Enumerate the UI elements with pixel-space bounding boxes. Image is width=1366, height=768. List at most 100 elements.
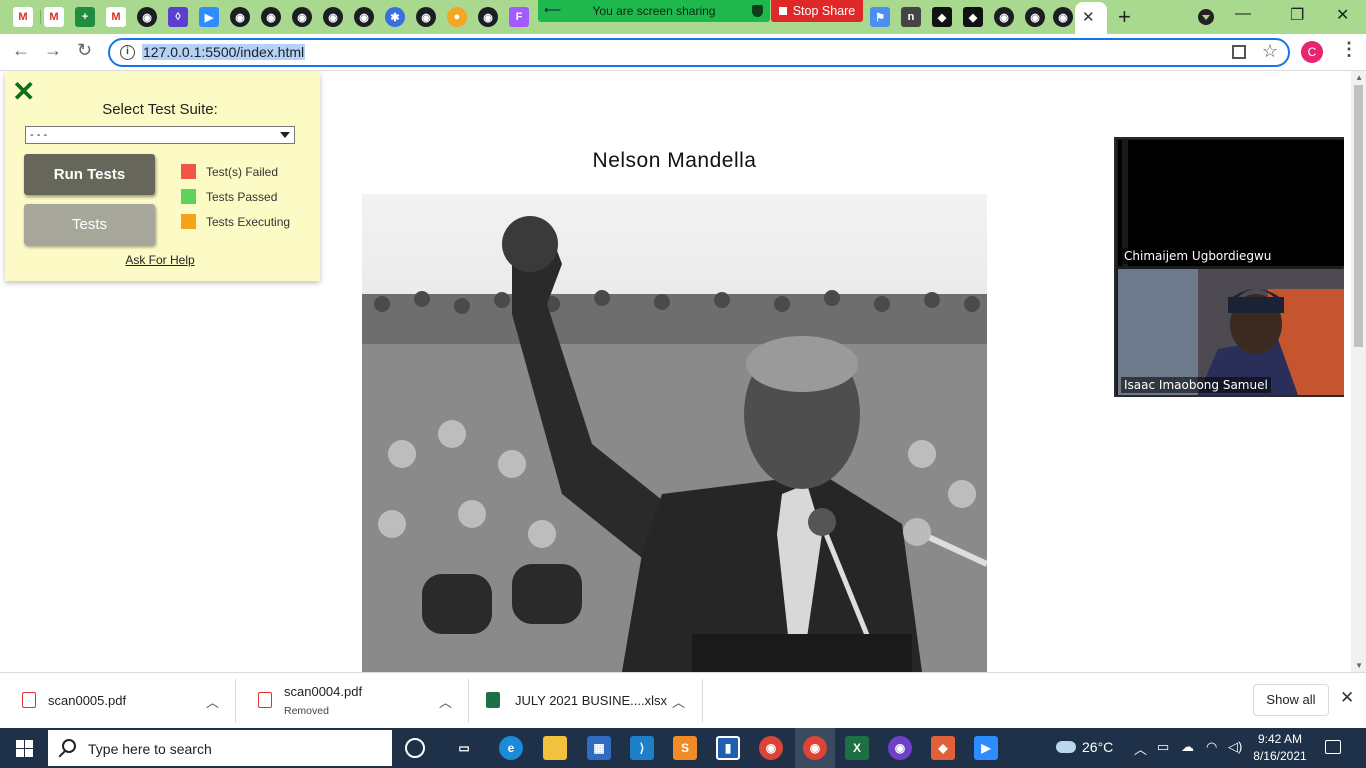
download-item[interactable]: scan0004.pdf Removed ︿: [236, 679, 469, 723]
excel-icon[interactable]: X: [845, 736, 869, 760]
address-bar[interactable]: i 127.0.0.1:5500/index.html ☆: [108, 38, 1290, 67]
settings-tab-icon[interactable]: ✱: [385, 7, 405, 27]
test-suite-select[interactable]: - - -: [25, 126, 295, 144]
github-tab-icon[interactable]: ◉: [1025, 7, 1045, 27]
task-view-icon[interactable]: ▭: [452, 736, 476, 760]
tab-divider: [40, 10, 41, 24]
shield-icon[interactable]: [752, 5, 763, 17]
git-icon[interactable]: ◆: [931, 736, 955, 760]
github-tab-icon[interactable]: ◉: [416, 7, 436, 27]
profile-avatar[interactable]: C: [1301, 41, 1323, 63]
screen-sharing-message: You are screen sharing: [592, 4, 716, 18]
url-text[interactable]: 127.0.0.1:5500/index.html: [142, 44, 306, 60]
scroll-down-arrow-icon[interactable]: ▼: [1355, 661, 1363, 670]
sheets-tab-icon[interactable]: +: [75, 7, 95, 27]
cortana-icon[interactable]: [405, 738, 425, 758]
github-tab-icon[interactable]: ◉: [323, 7, 343, 27]
window-close-icon[interactable]: ✕: [1336, 5, 1349, 25]
flag-tab-icon[interactable]: ⚑: [870, 7, 890, 27]
github-desktop-icon[interactable]: ◉: [888, 736, 912, 760]
stop-share-button[interactable]: Stop Share: [771, 0, 863, 22]
minimize-icon[interactable]: —: [1235, 5, 1251, 23]
participant-video-tile[interactable]: Isaac Imaobong Samuel: [1118, 269, 1344, 395]
run-tests-button[interactable]: Run Tests: [24, 154, 155, 195]
app-tab-icon[interactable]: n: [901, 7, 921, 27]
new-tab-button[interactable]: +: [1118, 4, 1131, 30]
restore-icon[interactable]: ❐: [1290, 5, 1304, 25]
chrome-icon[interactable]: ◉: [759, 736, 783, 760]
bookmark-star-icon[interactable]: ☆: [1262, 41, 1278, 62]
file-explorer-icon[interactable]: [543, 736, 567, 760]
gmail-tab-icon[interactable]: M: [106, 7, 126, 27]
battery-icon[interactable]: ▭: [1157, 739, 1169, 755]
test-suite-select-value: - - -: [30, 129, 48, 141]
weather-widget[interactable]: 26°C: [1056, 739, 1113, 755]
tab-strip: M M + M ◉ ◊ ▶ ◉ ◉ ◉ ◉ ◉ ✱ ◉ ● ◉ F ⚑ n ◆ …: [0, 0, 1366, 34]
zoom-tab-icon[interactable]: ▶: [199, 7, 219, 27]
menu-dots-icon[interactable]: ⋮: [1340, 39, 1358, 60]
chevron-up-icon[interactable]: ︿: [672, 692, 685, 711]
app-icon[interactable]: ▮: [716, 736, 740, 760]
app-tab-icon[interactable]: ◆: [963, 7, 983, 27]
volume-icon[interactable]: ◁): [1228, 739, 1242, 755]
download-item[interactable]: JULY 2021 BUSINE....xlsx ︿: [469, 679, 703, 723]
app-tab-icon[interactable]: ◆: [932, 7, 952, 27]
qr-code-icon[interactable]: [1232, 45, 1246, 59]
site-info-icon[interactable]: i: [120, 45, 135, 60]
github-tab-icon[interactable]: ◉: [1053, 7, 1073, 27]
gmail-tab-icon[interactable]: M: [44, 7, 64, 27]
pdf-file-icon: [258, 692, 272, 708]
chevron-up-icon[interactable]: ︿: [206, 692, 219, 711]
system-clock[interactable]: 9:42 AM 8/16/2021: [1252, 731, 1308, 765]
store-icon[interactable]: ▦: [587, 736, 611, 760]
github-tab-icon[interactable]: ◉: [994, 7, 1014, 27]
app-tab-icon[interactable]: ●: [447, 7, 467, 27]
github-tab-icon[interactable]: ◉: [354, 7, 374, 27]
scroll-up-arrow-icon[interactable]: ▲: [1355, 73, 1363, 82]
chrome-profile-icon[interactable]: ◉: [803, 736, 827, 760]
figma-tab-icon[interactable]: F: [509, 7, 529, 27]
reload-icon[interactable]: ↻: [77, 40, 92, 61]
download-item[interactable]: scan0005.pdf ︿: [0, 679, 236, 723]
chevron-down-icon: [280, 132, 290, 138]
scroll-thumb[interactable]: [1354, 85, 1363, 347]
back-arrow-icon[interactable]: ←: [12, 40, 30, 61]
onedrive-icon[interactable]: ☁: [1181, 739, 1194, 755]
tab-close-icon[interactable]: ✕: [1082, 8, 1095, 26]
github-tab-icon[interactable]: ◉: [230, 7, 250, 27]
github-tab-icon[interactable]: ◉: [137, 7, 157, 27]
sublime-icon[interactable]: S: [673, 736, 697, 760]
excel-file-icon: [486, 692, 500, 708]
taskbar-search-box[interactable]: Type here to search: [48, 730, 392, 766]
app-tab-icon[interactable]: ◊: [168, 7, 188, 27]
stop-icon: [778, 7, 787, 15]
vscode-icon[interactable]: ⟩: [630, 736, 654, 760]
wifi-icon[interactable]: ◠: [1206, 739, 1217, 755]
legend-label: Tests Passed: [206, 189, 278, 204]
gmail-tab-icon[interactable]: M: [13, 7, 33, 27]
windows-start-icon[interactable]: [16, 740, 33, 757]
zoom-icon[interactable]: ▶: [974, 736, 998, 760]
github-tab-icon[interactable]: ◉: [478, 7, 498, 27]
edge-icon[interactable]: e: [499, 736, 523, 760]
legend-label: Tests Executing: [206, 214, 291, 229]
notification-icon[interactable]: [1325, 740, 1341, 754]
page-title: Nelson Mandella: [592, 149, 757, 172]
show-all-button[interactable]: Show all: [1253, 684, 1329, 716]
clock-date: 8/16/2021: [1253, 749, 1307, 763]
browser-toolbar: ← → ↻ i 127.0.0.1:5500/index.html ☆ C ⋮: [0, 34, 1366, 71]
tests-button[interactable]: Tests: [24, 204, 155, 245]
tab-search-icon[interactable]: [1198, 9, 1214, 25]
clock-time: 9:42 AM: [1257, 732, 1303, 746]
github-tab-icon[interactable]: ◉: [292, 7, 312, 27]
chevron-up-icon[interactable]: ︿: [439, 692, 452, 711]
download-filename: scan0005.pdf: [48, 693, 127, 708]
page-scrollbar[interactable]: ▲ ▼: [1351, 71, 1366, 672]
windows-taskbar: Type here to search ▭ e ▦ ⟩ S ▮ ◉ ◉ X ◉ …: [0, 728, 1366, 768]
ask-for-help-link[interactable]: Ask For Help: [5, 253, 315, 267]
chevron-up-icon[interactable]: ︿: [1134, 739, 1147, 758]
forward-arrow-icon[interactable]: →: [44, 40, 62, 61]
close-downloads-icon[interactable]: ✕: [1340, 688, 1354, 708]
github-tab-icon[interactable]: ◉: [261, 7, 281, 27]
participant-video-tile[interactable]: Chimaijem Ugbordiegwu: [1118, 140, 1344, 266]
